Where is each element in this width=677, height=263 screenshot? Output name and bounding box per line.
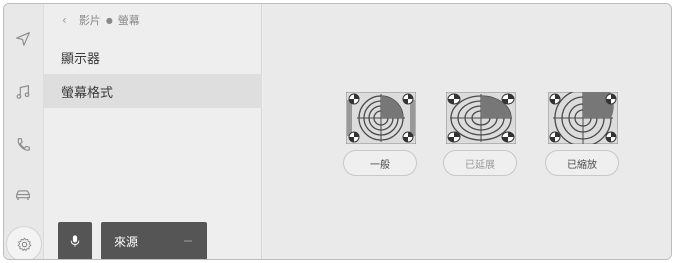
breadcrumb-parent[interactable]: 影片 bbox=[79, 12, 101, 28]
car-icon[interactable] bbox=[12, 184, 34, 206]
source-button[interactable]: 來源 bbox=[101, 222, 207, 259]
format-button-stretched[interactable]: 已延展 bbox=[443, 150, 517, 176]
icon-rail bbox=[4, 4, 44, 259]
screen: ‹ 影片 ● 螢幕 顯示器 螢幕格式 來源 一般 已延展 已縮放 bbox=[3, 3, 672, 260]
breadcrumb-separator: ● bbox=[105, 15, 113, 25]
format-button-zoomed[interactable]: 已縮放 bbox=[545, 150, 619, 176]
menu-item-label: 螢幕格式 bbox=[61, 85, 114, 101]
menu-item-display[interactable]: 顯示器 bbox=[44, 40, 262, 74]
format-option-stretched: 已延展 bbox=[443, 92, 519, 182]
test-pattern-zoomed-image bbox=[548, 92, 618, 144]
format-button-label: 已延展 bbox=[465, 159, 495, 171]
menu-item-screen-format[interactable]: 螢幕格式 bbox=[44, 74, 262, 108]
format-button-label: 已縮放 bbox=[567, 159, 597, 171]
format-button-label: 一般 bbox=[370, 159, 390, 171]
settings-icon bbox=[17, 237, 31, 251]
phone-icon[interactable] bbox=[12, 134, 34, 156]
format-option-normal: 一般 bbox=[343, 92, 419, 182]
format-option-zoomed: 已縮放 bbox=[545, 92, 621, 182]
source-label: 來源 bbox=[114, 234, 139, 249]
format-button-normal[interactable]: 一般 bbox=[343, 150, 417, 176]
microphone-icon bbox=[70, 235, 80, 247]
test-pattern-stretched-image bbox=[446, 92, 516, 144]
breadcrumb: ‹ 影片 ● 螢幕 bbox=[62, 12, 140, 28]
music-icon[interactable] bbox=[12, 81, 34, 103]
test-pattern-normal-image bbox=[346, 92, 416, 144]
voice-button[interactable] bbox=[58, 222, 92, 259]
settings-menu: ‹ 影片 ● 螢幕 顯示器 螢幕格式 bbox=[44, 4, 262, 259]
chevron-left-icon[interactable]: ‹ bbox=[62, 13, 67, 27]
menu-item-label: 顯示器 bbox=[61, 51, 101, 67]
navigation-icon[interactable] bbox=[12, 28, 34, 50]
screen-format-panel: 一般 已延展 已縮放 bbox=[263, 4, 671, 259]
source-indicator bbox=[184, 240, 192, 242]
breadcrumb-current: 螢幕 bbox=[117, 14, 140, 27]
settings-button[interactable] bbox=[6, 226, 42, 259]
